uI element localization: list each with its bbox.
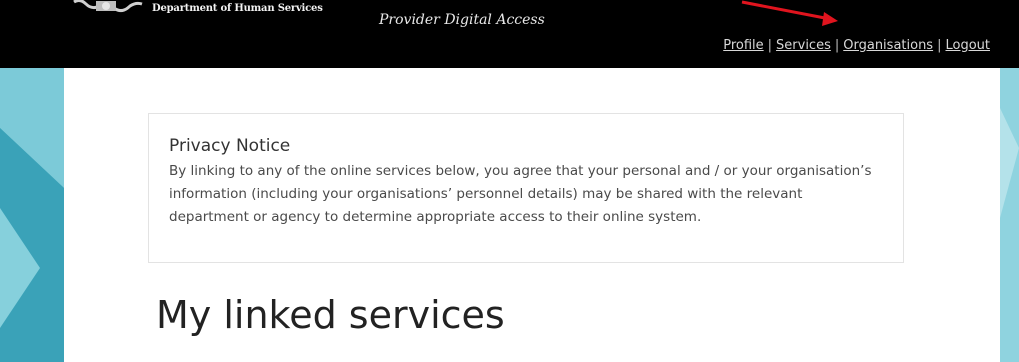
nav-separator: | bbox=[834, 38, 840, 53]
department-name: Department of Human Services bbox=[152, 3, 323, 14]
privacy-notice-text: By linking to any of the online services… bbox=[169, 163, 872, 225]
nav-link-profile[interactable]: Profile bbox=[723, 38, 763, 53]
main-content-panel: Privacy Notice By linking to any of the … bbox=[64, 68, 1000, 362]
nav-link-services[interactable]: Services bbox=[776, 38, 831, 53]
nav-separator: | bbox=[937, 38, 942, 53]
nav-separator: | bbox=[767, 38, 773, 53]
top-navigation: Profile | Services | Organisations | Logout bbox=[723, 38, 990, 53]
annotation-arrow-icon bbox=[740, 0, 850, 30]
page-heading: My linked services bbox=[156, 293, 505, 337]
app-title: Provider Digital Access bbox=[379, 12, 545, 28]
top-header: Department of Human Services Provider Di… bbox=[0, 0, 1019, 68]
nav-link-organisations[interactable]: Organisations bbox=[843, 38, 933, 53]
privacy-notice-box: Privacy Notice By linking to any of the … bbox=[148, 113, 904, 263]
government-crest-logo bbox=[70, 0, 146, 16]
nav-link-logout[interactable]: Logout bbox=[945, 38, 990, 53]
privacy-notice-title: Privacy Notice bbox=[169, 136, 291, 156]
